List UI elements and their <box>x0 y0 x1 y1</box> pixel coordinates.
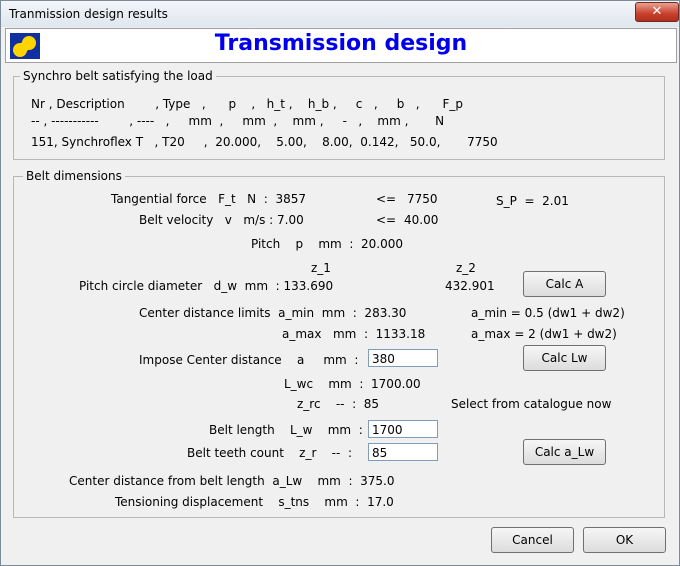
belt-table-units: -- , ----------- , ---- , mm , mm , mm ,… <box>31 114 445 128</box>
pitch-circle-diameter-2: 432.901 <box>445 279 495 293</box>
pitch-label: Pitch p mm : 20.000 <box>251 237 404 251</box>
belt-dimensions-legend: Belt dimensions <box>23 169 125 183</box>
zrc-value: z_rc -- : 85 <box>297 397 380 411</box>
close-button[interactable]: ✕ <box>635 2 679 22</box>
center-distance-input[interactable]: 380 <box>368 349 438 367</box>
synchro-belt-legend: Synchro belt satisfying the load <box>20 69 216 83</box>
tensioning-displacement: Tensioning displacement s_tns mm : 17.0 <box>115 495 394 509</box>
select-catalogue-note: Select from catalogue now <box>451 397 612 411</box>
velocity-le: <= <box>376 213 397 227</box>
sp-value: S_P = 2.01 <box>496 194 569 208</box>
belt-length-label: Belt length L_w mm : <box>209 423 363 437</box>
belt-length-input[interactable]: 1700 <box>368 420 438 438</box>
page-title: Transmission design <box>214 31 468 56</box>
center-distance-from-belt-length: Center distance from belt length a_Lw mm… <box>69 474 395 488</box>
pitch-circle-diameter-label: Pitch circle diameter d_w mm : 133.690 <box>79 279 334 293</box>
ok-button[interactable]: OK <box>583 527 666 553</box>
lwc-value: L_wc mm : 1700.00 <box>284 377 421 391</box>
velocity-max: 40.00 <box>404 213 439 227</box>
header-banner: Transmission design <box>5 28 677 63</box>
window-title: Tranmission design results <box>9 7 168 21</box>
belt-teeth-count-label: Belt teeth count z_r -- : <box>187 446 352 460</box>
title-bar[interactable]: Tranmission design results ✕ <box>1 1 679 27</box>
tangential-force-label: Tangential force F_t N : 3857 <box>111 192 306 206</box>
z1-label: z_1 <box>311 261 331 275</box>
belt-table-row: 151, Synchroflex T , T20 , 20.000, 5.00,… <box>31 135 498 149</box>
belt-table-headers: Nr , Description , Type , p , h_t , h_b … <box>31 97 464 111</box>
belt-teeth-count-input[interactable]: 85 <box>368 443 438 461</box>
calc-a-lw-button[interactable]: Calc a_Lw <box>523 439 606 465</box>
amax-formula: a_max = 2 (dw1 + dw2) <box>471 327 617 341</box>
calc-a-button[interactable]: Calc A <box>523 271 606 297</box>
tangential-max: 7750 <box>407 192 438 206</box>
calc-lw-button[interactable]: Calc Lw <box>523 345 606 371</box>
cancel-button[interactable]: Cancel <box>491 527 574 553</box>
center-distance-min: Center distance limits a_min mm : 283.30 <box>139 306 407 320</box>
amin-formula: a_min = 0.5 (dw1 + dw2) <box>471 306 625 320</box>
center-distance-max: a_max mm : 1133.18 <box>282 327 426 341</box>
z2-label: z_2 <box>456 261 476 275</box>
belt-velocity-label: Belt velocity v m/s : 7.00 <box>139 213 304 227</box>
impose-center-distance-label: Impose Center distance a mm : <box>139 353 359 367</box>
dialog-window: Tranmission design results ✕ Transmissio… <box>0 0 680 566</box>
tangential-le: <= <box>376 192 397 206</box>
